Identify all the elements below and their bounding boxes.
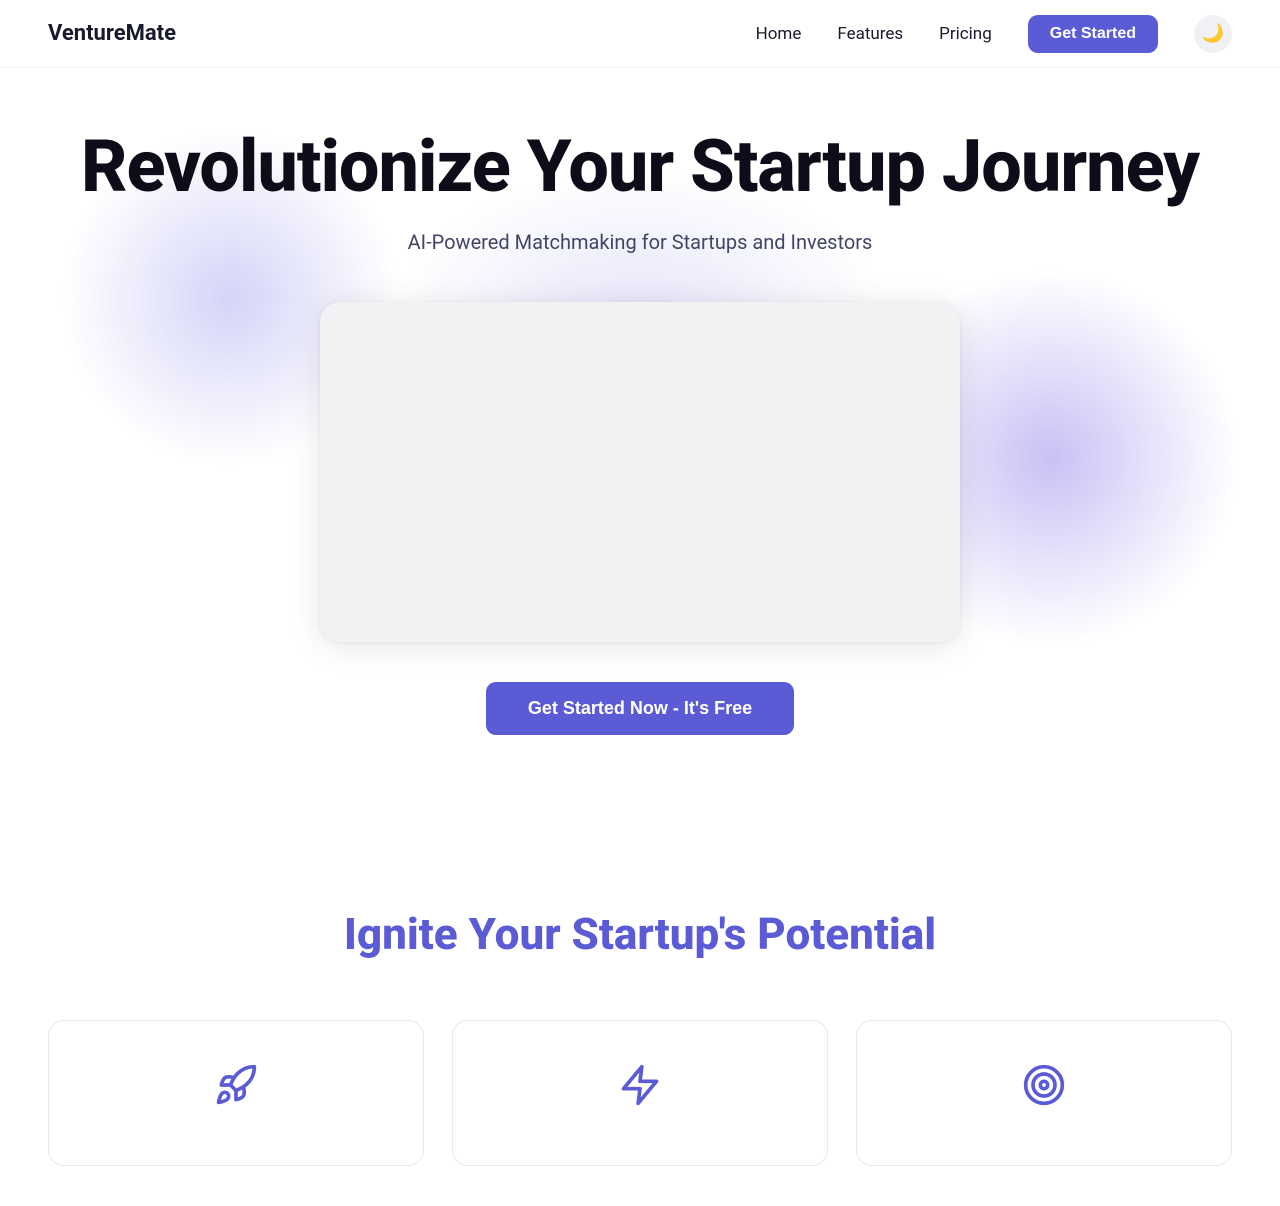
nav-links: Home Features Pricing Get Started 🌙 [756,15,1232,53]
nav-logo: VentureMate [48,21,176,46]
feature-card-bolt [452,1020,828,1166]
features-section: Ignite Your Startup's Potential [0,848,1280,1206]
hero-preview-card [320,302,960,642]
hero-title: Revolutionize Your Startup Journey [48,128,1232,206]
moon-icon: 🌙 [1202,23,1224,44]
rocket-icon [208,1057,264,1113]
hero-subtitle: AI-Powered Matchmaking for Startups and … [48,230,1232,254]
nav-get-started-button[interactable]: Get Started [1028,15,1158,53]
feature-card-target [856,1020,1232,1166]
hero-cta-button[interactable]: Get Started Now - It's Free [486,682,794,735]
features-grid [48,1020,1232,1166]
nav-pricing-link[interactable]: Pricing [939,24,992,44]
features-title: Ignite Your Startup's Potential [48,908,1232,960]
nav-features-link[interactable]: Features [837,24,903,44]
nav-home-link[interactable]: Home [756,24,802,44]
feature-card-rocket [48,1020,424,1166]
hero-section: Revolutionize Your Startup Journey AI-Po… [0,68,1280,848]
theme-toggle-button[interactable]: 🌙 [1194,15,1232,53]
navbar: VentureMate Home Features Pricing Get St… [0,0,1280,68]
bolt-icon [612,1057,668,1113]
target-icon [1016,1057,1072,1113]
